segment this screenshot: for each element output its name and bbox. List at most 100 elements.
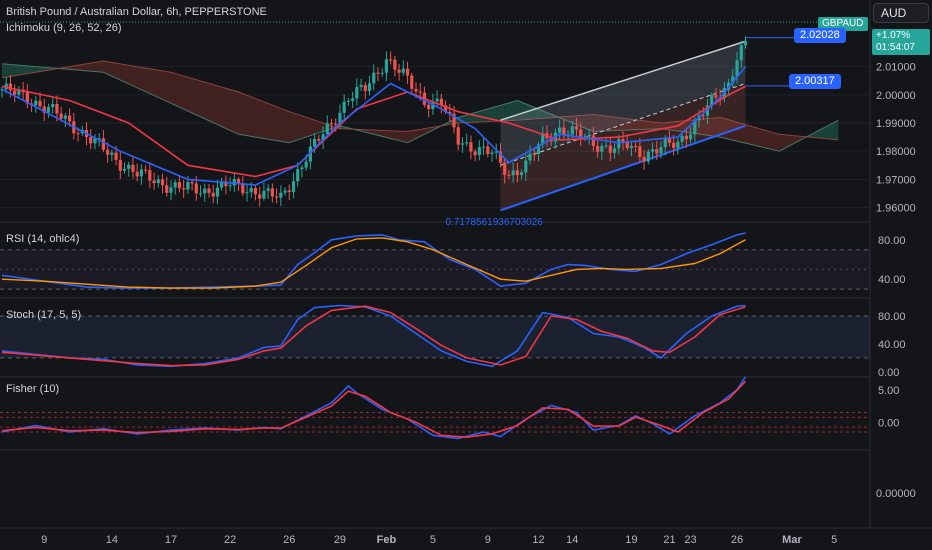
- cloud-segment: [310, 118, 315, 136]
- candle-body: [131, 164, 135, 172]
- candle-body: [739, 45, 743, 61]
- stoch-fill: [0, 315, 870, 358]
- candle-body: [604, 145, 608, 147]
- time-axis-tick: 26: [731, 534, 743, 546]
- cloud-segment: [217, 85, 222, 127]
- candle-body: [296, 169, 300, 182]
- candle-body: [203, 188, 207, 194]
- candle-body: [266, 188, 270, 191]
- candle: [456, 123, 460, 151]
- candle-body: [139, 169, 144, 177]
- candle-body: [317, 138, 321, 141]
- cloud-segment: [259, 100, 264, 139]
- candle: [245, 183, 249, 202]
- candle-body: [144, 169, 148, 171]
- candle-body: [372, 72, 376, 84]
- cloud-segment: [14, 64, 19, 76]
- candle: [300, 164, 304, 178]
- cloud-segment: [255, 98, 260, 138]
- cloud-segment: [289, 111, 294, 143]
- price-tag-upper[interactable]: 2.02028: [794, 28, 846, 43]
- cloud-segment: [403, 131, 408, 143]
- cloud-segment: [230, 89, 235, 133]
- candle-body: [511, 170, 515, 176]
- candle-body: [367, 83, 372, 92]
- candle: [34, 95, 38, 113]
- time-axis-tick: 17: [165, 534, 177, 546]
- time-axis-tick: 23: [684, 534, 696, 546]
- candle: [422, 86, 427, 108]
- cloud-segment: [297, 114, 302, 140]
- candle-body: [89, 137, 93, 144]
- candle-body: [473, 151, 477, 156]
- fisher-line: [1, 376, 747, 440]
- candle: [207, 183, 211, 198]
- candle-body: [625, 142, 629, 149]
- candle: [270, 183, 274, 203]
- candle: [359, 78, 363, 91]
- cloud-segment: [187, 77, 193, 113]
- candle: [469, 135, 473, 160]
- cloud-segment: [137, 66, 142, 90]
- candle: [89, 129, 93, 150]
- cloud-segment: [86, 63, 91, 72]
- candle-body: [481, 146, 486, 148]
- candle-body: [101, 138, 105, 150]
- candle: [393, 55, 397, 77]
- stoch-axis-tick: 80.00: [878, 311, 906, 323]
- fisher-axis-tick: 0.00: [878, 417, 899, 429]
- candle-body: [376, 72, 380, 74]
- candle: [481, 138, 486, 156]
- candle-body: [13, 90, 17, 95]
- candle: [410, 73, 414, 95]
- cloud-segment: [204, 82, 209, 121]
- candle-body: [110, 152, 114, 155]
- currency-selector[interactable]: AUD: [873, 3, 929, 23]
- price-tag-mid[interactable]: 2.00317: [789, 74, 841, 89]
- cloud-segment: [145, 68, 150, 94]
- cloud-segment: [242, 93, 248, 136]
- cloud-segment: [94, 61, 100, 72]
- fisher-title: Fisher (10): [6, 383, 59, 395]
- candle-body: [427, 104, 431, 110]
- candle-body: [232, 179, 236, 186]
- candle-body: [249, 187, 253, 193]
- candle: [13, 84, 17, 103]
- time-axis-tick: 26: [283, 534, 295, 546]
- time-axis-tick: Mar: [782, 534, 802, 546]
- candle-body: [629, 146, 634, 149]
- candle-body: [283, 190, 287, 193]
- cloud-segment: [116, 63, 121, 81]
- candle: [283, 187, 287, 196]
- ichimoku-legend[interactable]: Ichimoku (9, 26, 52, 26): [6, 22, 122, 34]
- cloud-segment: [268, 103, 273, 140]
- time-axis-tick: 29: [334, 534, 346, 546]
- candle: [165, 176, 169, 197]
- fisher-trigger-line: [1, 380, 747, 438]
- cloud-segment: [154, 69, 159, 98]
- candle-body: [672, 142, 676, 148]
- candle-body: [634, 146, 638, 148]
- candle: [173, 179, 177, 195]
- candle-body: [574, 126, 579, 130]
- candle-body: [334, 123, 338, 125]
- candle-body: [67, 115, 72, 122]
- time-axis-tick: 5: [430, 534, 436, 546]
- candle: [0, 86, 4, 98]
- candle: [211, 184, 215, 204]
- candle: [144, 165, 148, 174]
- cloud-segment: [141, 67, 146, 92]
- candle-body: [507, 174, 511, 176]
- cloud-segment: [192, 78, 197, 115]
- cloud-segment: [196, 79, 201, 117]
- candle: [160, 173, 165, 194]
- candle-body: [735, 60, 739, 77]
- candle-body: [663, 138, 667, 148]
- candle: [51, 97, 55, 114]
- candle: [258, 186, 262, 207]
- cloud-segment: [753, 127, 759, 147]
- candle-body: [122, 168, 127, 171]
- cloud-segment: [170, 72, 176, 106]
- candle-body: [291, 181, 296, 193]
- candle-body: [190, 182, 194, 184]
